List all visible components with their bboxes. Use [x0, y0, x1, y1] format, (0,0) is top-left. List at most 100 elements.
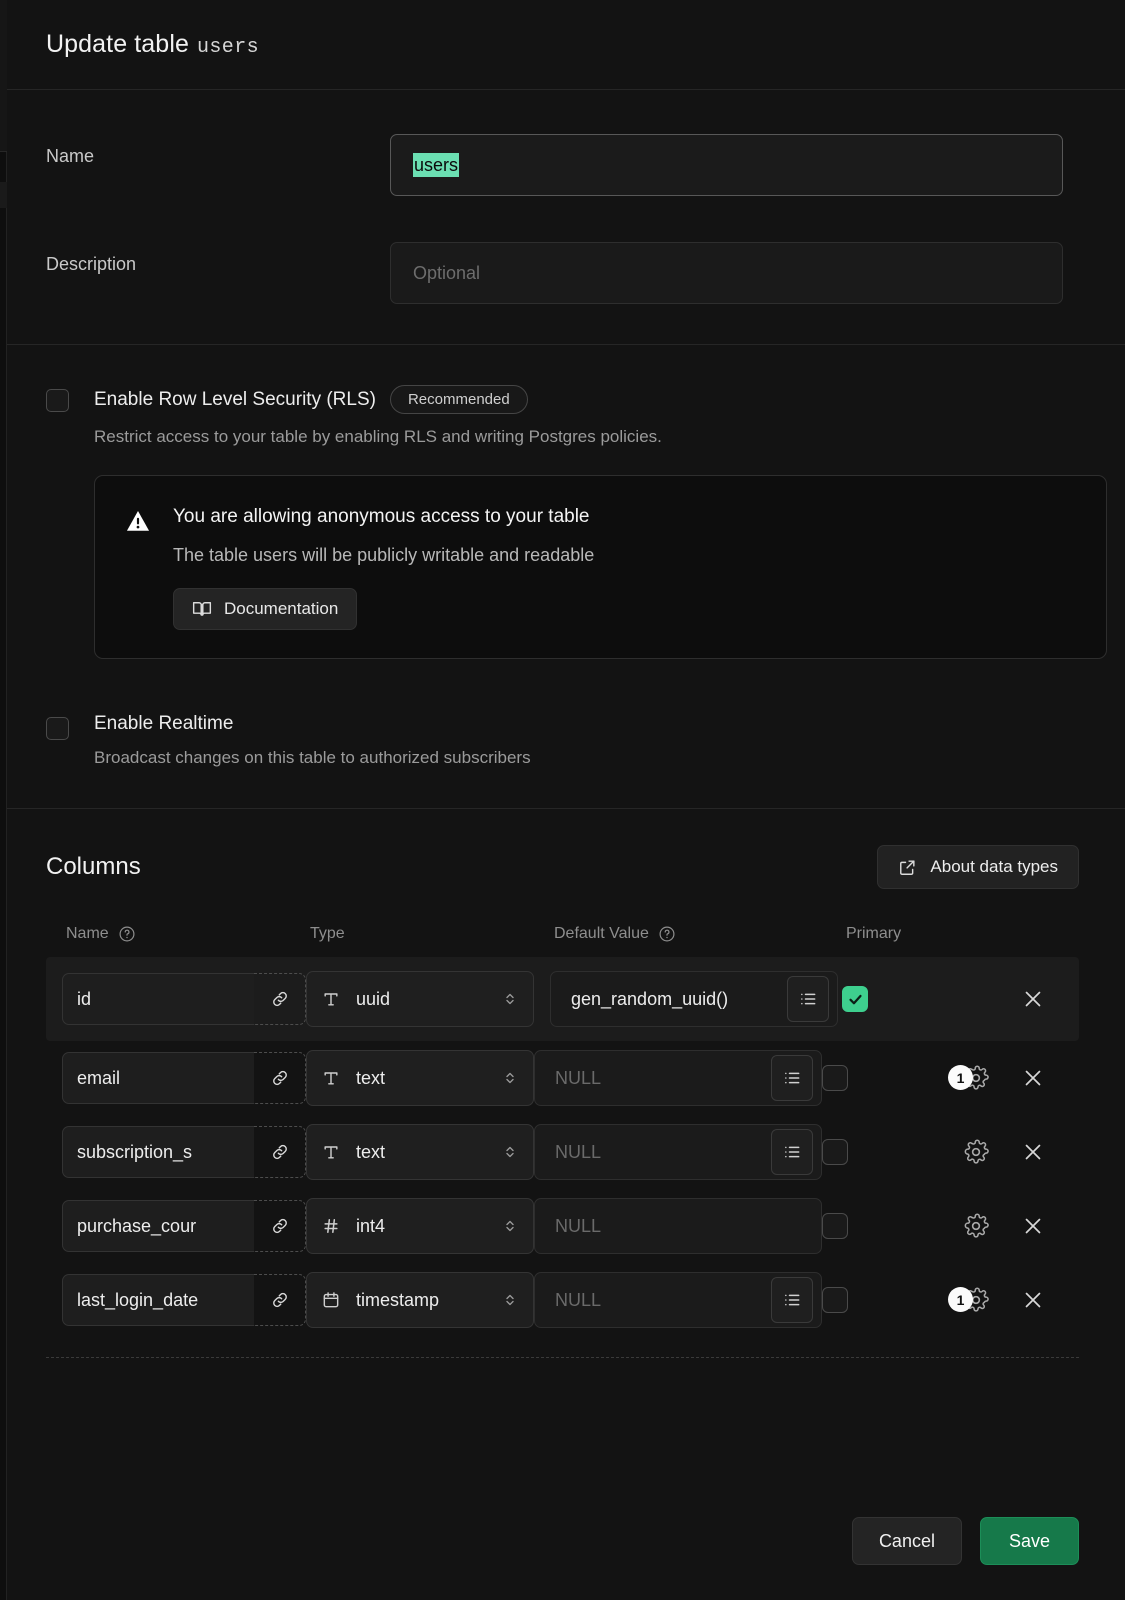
table-row: id uuid gen_random_uuid() — [46, 957, 1079, 1041]
default-suggestions-button[interactable] — [771, 1277, 813, 1323]
column-name-value: last_login_date — [77, 1289, 199, 1310]
column-settings-button[interactable]: 1 — [948, 1063, 991, 1093]
foreign-key-link-button[interactable] — [254, 1200, 306, 1252]
panel-left-edge — [0, 0, 7, 1600]
column-default-input[interactable]: gen_random_uuid() — [550, 971, 838, 1027]
column-type-select[interactable]: timestamp — [306, 1272, 534, 1328]
column-default-cell: NULL — [534, 1272, 822, 1328]
column-name-input[interactable]: email — [62, 1052, 254, 1104]
column-default-value: NULL — [555, 1215, 602, 1236]
rls-description: Restrict access to your table by enablin… — [94, 427, 662, 446]
column-default-input[interactable]: NULL — [534, 1272, 822, 1328]
table-description-input[interactable]: Optional — [390, 242, 1063, 304]
name-label: Name — [46, 146, 95, 166]
close-icon — [1021, 1066, 1045, 1090]
rls-section: Enable Row Level Security (RLS) Recommen… — [0, 345, 1125, 808]
anonymous-access-warning: You are allowing anonymous access to you… — [94, 475, 1107, 659]
link-icon — [270, 1142, 290, 1162]
foreign-key-link-button[interactable] — [254, 1126, 306, 1178]
column-type-value: text — [356, 1141, 386, 1162]
column-name-input[interactable]: id — [62, 973, 254, 1025]
rls-title: Enable Row Level Security (RLS) — [94, 388, 376, 410]
column-name-input[interactable]: last_login_date — [62, 1274, 254, 1326]
default-suggestions-button[interactable] — [787, 976, 829, 1022]
foreign-key-link-button[interactable] — [254, 973, 306, 1025]
documentation-button[interactable]: Documentation — [173, 588, 358, 630]
column-primary-cell — [842, 986, 1002, 1012]
column-name-input[interactable]: purchase_cour — [62, 1200, 254, 1252]
remove-column-button[interactable] — [1019, 1212, 1047, 1240]
column-settings-button[interactable] — [961, 1137, 991, 1167]
column-actions-cell: 1 — [948, 1285, 1079, 1315]
table-name-input[interactable]: users — [390, 134, 1063, 196]
table-row: purchase_cour int4 NULL — [46, 1189, 1079, 1263]
chevron-up-down-icon — [501, 1217, 519, 1235]
column-default-cell: NULL — [534, 1124, 822, 1180]
column-actions-cell: 1 — [948, 1063, 1079, 1093]
foreign-key-link-button[interactable] — [254, 1052, 306, 1104]
chevron-up-down-icon — [501, 1291, 519, 1309]
rls-recommended-badge: Recommended — [389, 385, 528, 414]
primary-key-checkbox[interactable] — [822, 1213, 848, 1239]
default-suggestions-button[interactable] — [771, 1055, 813, 1101]
remove-column-button[interactable] — [1019, 1286, 1047, 1314]
column-name-value: purchase_cour — [77, 1215, 197, 1236]
page-title: Update table users — [46, 30, 259, 59]
primary-key-checkbox[interactable] — [822, 1139, 848, 1165]
primary-key-checkbox[interactable] — [822, 1065, 848, 1091]
list-icon — [782, 1290, 802, 1310]
remove-column-button[interactable] — [1019, 1064, 1047, 1092]
chevron-up-down-icon — [501, 1069, 519, 1087]
rls-checkbox[interactable] — [46, 389, 69, 412]
column-type-select[interactable]: int4 — [306, 1198, 534, 1254]
text-type-icon — [321, 1068, 341, 1088]
text-type-icon — [321, 1142, 341, 1162]
description-field-row: Description Optional — [46, 242, 1079, 304]
column-default-value: gen_random_uuid() — [571, 988, 729, 1009]
column-default-value: NULL — [555, 1289, 602, 1310]
calendar-type-icon — [321, 1290, 341, 1310]
list-icon — [798, 989, 818, 1009]
header-default-value-label: Default Value — [554, 925, 649, 942]
column-settings-badge: 1 — [948, 1065, 973, 1090]
help-circle-icon[interactable] — [118, 925, 136, 943]
column-type-value: int4 — [356, 1215, 386, 1236]
about-data-types-label: About data types — [930, 857, 1058, 876]
table-details-form: Name users Description Optional — [0, 90, 1125, 344]
cancel-button[interactable]: Cancel — [851, 1517, 962, 1565]
column-default-input[interactable]: NULL — [534, 1198, 822, 1254]
column-name-value: subscription_s — [77, 1141, 193, 1162]
realtime-checkbox[interactable] — [46, 717, 69, 740]
column-default-cell: NULL — [534, 1198, 822, 1254]
column-type-select[interactable]: text — [306, 1124, 534, 1180]
column-settings-badge: 1 — [948, 1287, 973, 1312]
link-icon — [270, 1068, 290, 1088]
column-type-select[interactable]: uuid — [306, 971, 534, 1027]
primary-key-checkbox[interactable] — [842, 986, 868, 1012]
realtime-toggle-row: Enable Realtime Broadcast changes on thi… — [46, 713, 1079, 768]
column-primary-cell — [822, 1139, 961, 1165]
columns-rows: id uuid gen_random_uuid() email text NULL 1 sub… — [46, 957, 1079, 1337]
help-circle-icon[interactable] — [658, 925, 676, 943]
column-name-input[interactable]: subscription_s — [62, 1126, 254, 1178]
chevron-up-down-icon — [501, 1143, 519, 1161]
default-suggestions-button[interactable] — [771, 1129, 813, 1175]
column-settings-button[interactable]: 1 — [948, 1285, 991, 1315]
column-default-input[interactable]: NULL — [534, 1124, 822, 1180]
save-button[interactable]: Save — [979, 1517, 1079, 1565]
column-primary-cell — [822, 1287, 961, 1313]
foreign-key-link-button[interactable] — [254, 1274, 306, 1326]
column-type-cell: uuid — [306, 971, 550, 1027]
header-name-label: Name — [66, 925, 109, 942]
about-data-types-button[interactable]: About data types — [877, 845, 1079, 889]
close-icon — [1021, 987, 1045, 1011]
column-default-input[interactable]: NULL — [534, 1050, 822, 1106]
remove-column-button[interactable] — [1019, 985, 1047, 1013]
column-default-cell: NULL — [534, 1050, 822, 1106]
remove-column-button[interactable] — [1019, 1138, 1047, 1166]
column-type-select[interactable]: text — [306, 1050, 534, 1106]
column-default-value: NULL — [555, 1141, 602, 1162]
column-settings-button[interactable] — [961, 1211, 991, 1241]
column-name-cell: last_login_date — [62, 1274, 306, 1326]
primary-key-checkbox[interactable] — [822, 1287, 848, 1313]
